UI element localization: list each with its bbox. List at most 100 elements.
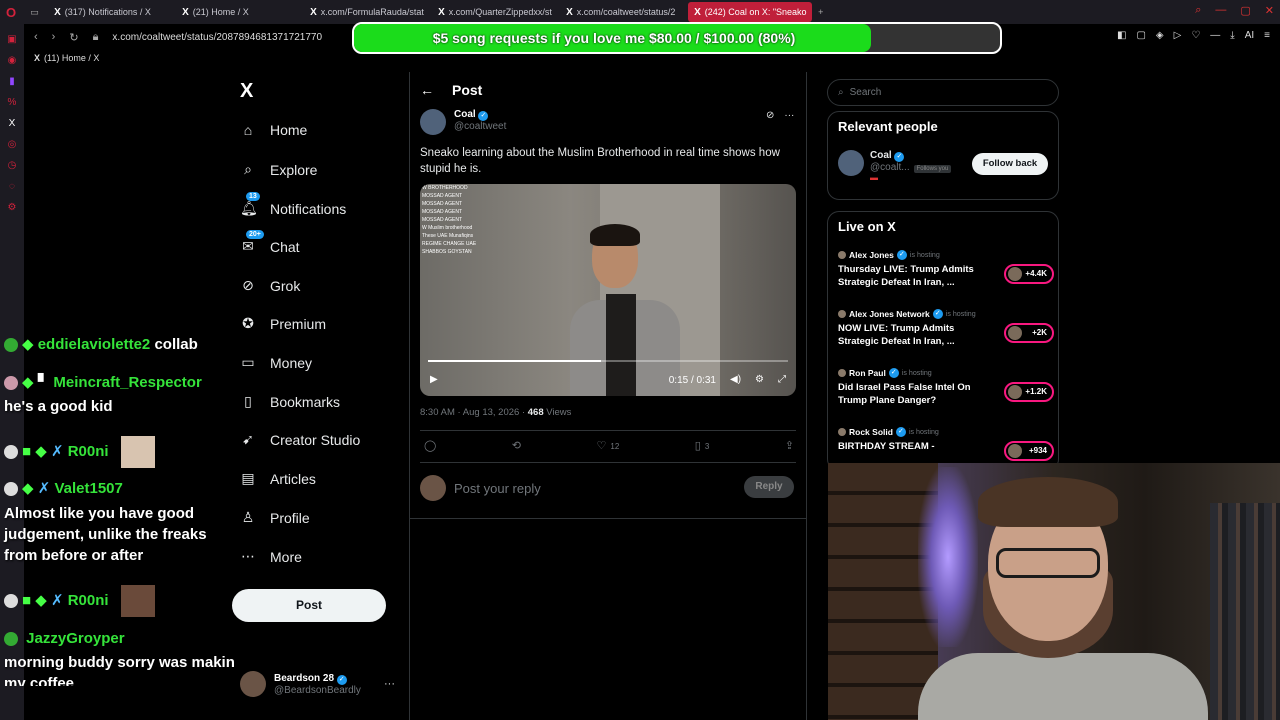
grok-icon[interactable]: ⊘	[766, 110, 774, 121]
avatar	[1008, 267, 1022, 281]
overlay-line: These UAE Munafiqins	[422, 233, 474, 239]
minimize-icon[interactable]: —	[1210, 30, 1220, 41]
x-favicon-icon: X	[310, 6, 317, 18]
nav-item-creator-studio[interactable]: ➹ Creator Studio	[240, 431, 360, 448]
close-icon[interactable]: ✕	[1265, 4, 1274, 17]
play-icon[interactable]: ▶	[430, 374, 438, 385]
nav-item-label: Notifications	[270, 200, 347, 217]
tab-formularauda[interactable]: Xx.com/FormulaRauda/stat	[304, 2, 432, 22]
bell-icon: 🔔︎ 13	[240, 192, 260, 217]
tab-home[interactable]: X (21) Home / X	[176, 2, 304, 22]
sidebar-icon[interactable]: ◌	[0, 181, 24, 192]
premium-icon: ✪	[242, 315, 254, 331]
live-item[interactable]: Alex Jones Network ✓ is hosting NOW LIVE: T…	[838, 309, 1054, 348]
nav-item-articles[interactable]: ▤ Articles	[240, 470, 316, 487]
nav-item-label: Explore	[270, 161, 318, 178]
sidebar-icon[interactable]: ◎	[0, 139, 24, 150]
shield-icon[interactable]: ◈	[1156, 30, 1164, 41]
avatar	[838, 428, 846, 436]
live-item[interactable]: Rock Solid ✓ is hosting BIRTHDAY STREAM - +9…	[838, 427, 1054, 461]
nav-item-notifications[interactable]: 🔔︎ 13 Notifications	[240, 192, 347, 217]
repost-icon[interactable]: ⟲	[512, 439, 521, 452]
nav-item-money[interactable]: ▭ Money	[240, 354, 312, 371]
nav-item-bookmarks[interactable]: ▯ Bookmarks	[240, 393, 340, 410]
account-switcher[interactable]: Beardson 28 ✓ @BeardsonBeardly	[240, 671, 361, 697]
search-input[interactable]: ⌕ Search	[827, 79, 1059, 106]
ai-icon[interactable]: AI	[1245, 30, 1254, 41]
menu-icon[interactable]: ≡	[1264, 30, 1270, 41]
nav-item-home[interactable]: ⌂ Home	[240, 122, 308, 138]
like-button[interactable]: ♡ 12	[597, 439, 620, 452]
follows-you-badge: Follows you	[913, 165, 952, 173]
post-button[interactable]: Post	[232, 589, 386, 622]
forward-icon[interactable]: ›	[52, 31, 56, 44]
settings-icon[interactable]: ⚙	[755, 374, 764, 385]
tab-quarterzipped[interactable]: Xx.com/QuarterZippedxx/st	[432, 2, 560, 22]
nav-item-profile[interactable]: ♙ Profile	[240, 509, 310, 526]
relevant-people-panel: Relevant people Coal ✓ @coalt... Follows …	[827, 111, 1059, 200]
live-item[interactable]: Ron Paul ✓ is hosting Did Israel Pass False…	[838, 368, 1054, 407]
video-player[interactable]: W BROTHERHOOD MOSSAD AGENT MOSSAD AGENT MOS…	[420, 184, 796, 396]
volume-icon[interactable]: ◀︎)	[730, 374, 741, 385]
listener-count-text: +1.2K	[1025, 387, 1047, 396]
reply-input[interactable]: Post your reply	[454, 481, 541, 496]
nav-item-label: Creator Studio	[270, 431, 361, 448]
search-placeholder: Search	[849, 87, 882, 98]
bookmark-item[interactable]: (11) Home / X	[44, 53, 99, 63]
history-icon[interactable]: ◷	[0, 160, 24, 171]
search-icon[interactable]: ⌕	[1195, 4, 1201, 17]
bookmark-count: 3	[704, 442, 710, 451]
new-tab-icon[interactable]: +	[812, 2, 829, 22]
url-field[interactable]: x.com/coaltweet/status/20878946813717217…	[112, 32, 322, 43]
relevant-person[interactable]: Coal ✓ @coalt... Follows you ▬	[838, 150, 952, 182]
bookmark-icon: ▯	[244, 393, 252, 409]
back-arrow-icon[interactable]: ←	[420, 82, 434, 98]
nav-item-chat[interactable]: ✉ 20+ Chat	[240, 230, 300, 255]
video-progress-bar[interactable]	[428, 360, 788, 362]
x-logo[interactable]: X	[240, 80, 253, 103]
tab-coaltweet[interactable]: Xx.com/coaltweet/status/2	[560, 2, 688, 22]
reply-icon[interactable]: ◯	[424, 439, 436, 452]
follow-back-button[interactable]: Follow back	[972, 153, 1048, 175]
nav-item-grok[interactable]: ⊘ Grok	[240, 277, 300, 294]
flag-icon: ▬	[870, 173, 878, 182]
browser-logo-icon[interactable]: O	[6, 5, 16, 20]
sidebar-icon[interactable]: ◉	[0, 55, 24, 66]
heart-icon[interactable]: ♡	[1191, 30, 1200, 41]
reload-icon[interactable]: ↻	[69, 31, 78, 44]
nav-buttons: ‹ › ↻ 🔒︎	[34, 31, 98, 44]
tab-misc[interactable]: ▭	[24, 2, 48, 22]
overlay-line: MOSSAD AGENT	[422, 193, 463, 199]
chat-badge-icon	[4, 338, 18, 353]
snapshot-icon[interactable]: ▢	[1136, 30, 1145, 41]
post-author[interactable]: Coal ✓ @coaltweet	[420, 109, 506, 135]
x-icon[interactable]: X	[0, 118, 24, 129]
live-listener-count: +2K	[1004, 323, 1054, 343]
relevant-handle-row: @coalt... Follows you	[870, 162, 952, 173]
settings-icon[interactable]: ⚙	[0, 202, 24, 213]
tab-coal-active[interactable]: X (242) Coal on X: "Sneako	[688, 2, 813, 22]
play-icon[interactable]: ▷	[1174, 30, 1182, 41]
sidebar-icon[interactable]: ▣	[0, 34, 24, 45]
reply-button[interactable]: Reply	[744, 476, 794, 498]
bookmark-button[interactable]: ▯ 3	[695, 439, 710, 452]
share-icon[interactable]: ⇪	[785, 439, 794, 452]
relevant-handle: @coalt...	[870, 162, 910, 173]
live-item[interactable]: Alex Jones ✓ is hosting Thursday LIVE: Trum…	[838, 250, 1054, 289]
sidebar-icon[interactable]: %	[0, 97, 24, 108]
nav-item-more[interactable]: ⋯ More	[240, 548, 302, 565]
nav-item-label: Home	[270, 122, 308, 138]
nav-item-premium[interactable]: ✪ Premium	[240, 315, 326, 332]
nav-item-explore[interactable]: ⌕ Explore	[240, 161, 317, 178]
more-icon[interactable]: ···	[384, 678, 395, 690]
back-icon[interactable]: ‹	[34, 31, 38, 44]
tab-notifications[interactable]: X (317) Notifications / X	[48, 2, 176, 22]
maximize-icon[interactable]: ▢	[1240, 4, 1250, 17]
download-icon[interactable]: ⤓	[1230, 30, 1234, 41]
chat-text: he's a good kid	[4, 398, 113, 415]
fullscreen-icon[interactable]: ⤢	[778, 374, 786, 385]
minimize-icon[interactable]: —	[1215, 4, 1226, 17]
twitch-icon[interactable]: ▮	[0, 76, 24, 87]
more-icon[interactable]: ···	[784, 110, 794, 121]
bookmark-icon[interactable]: ◧	[1117, 30, 1126, 41]
